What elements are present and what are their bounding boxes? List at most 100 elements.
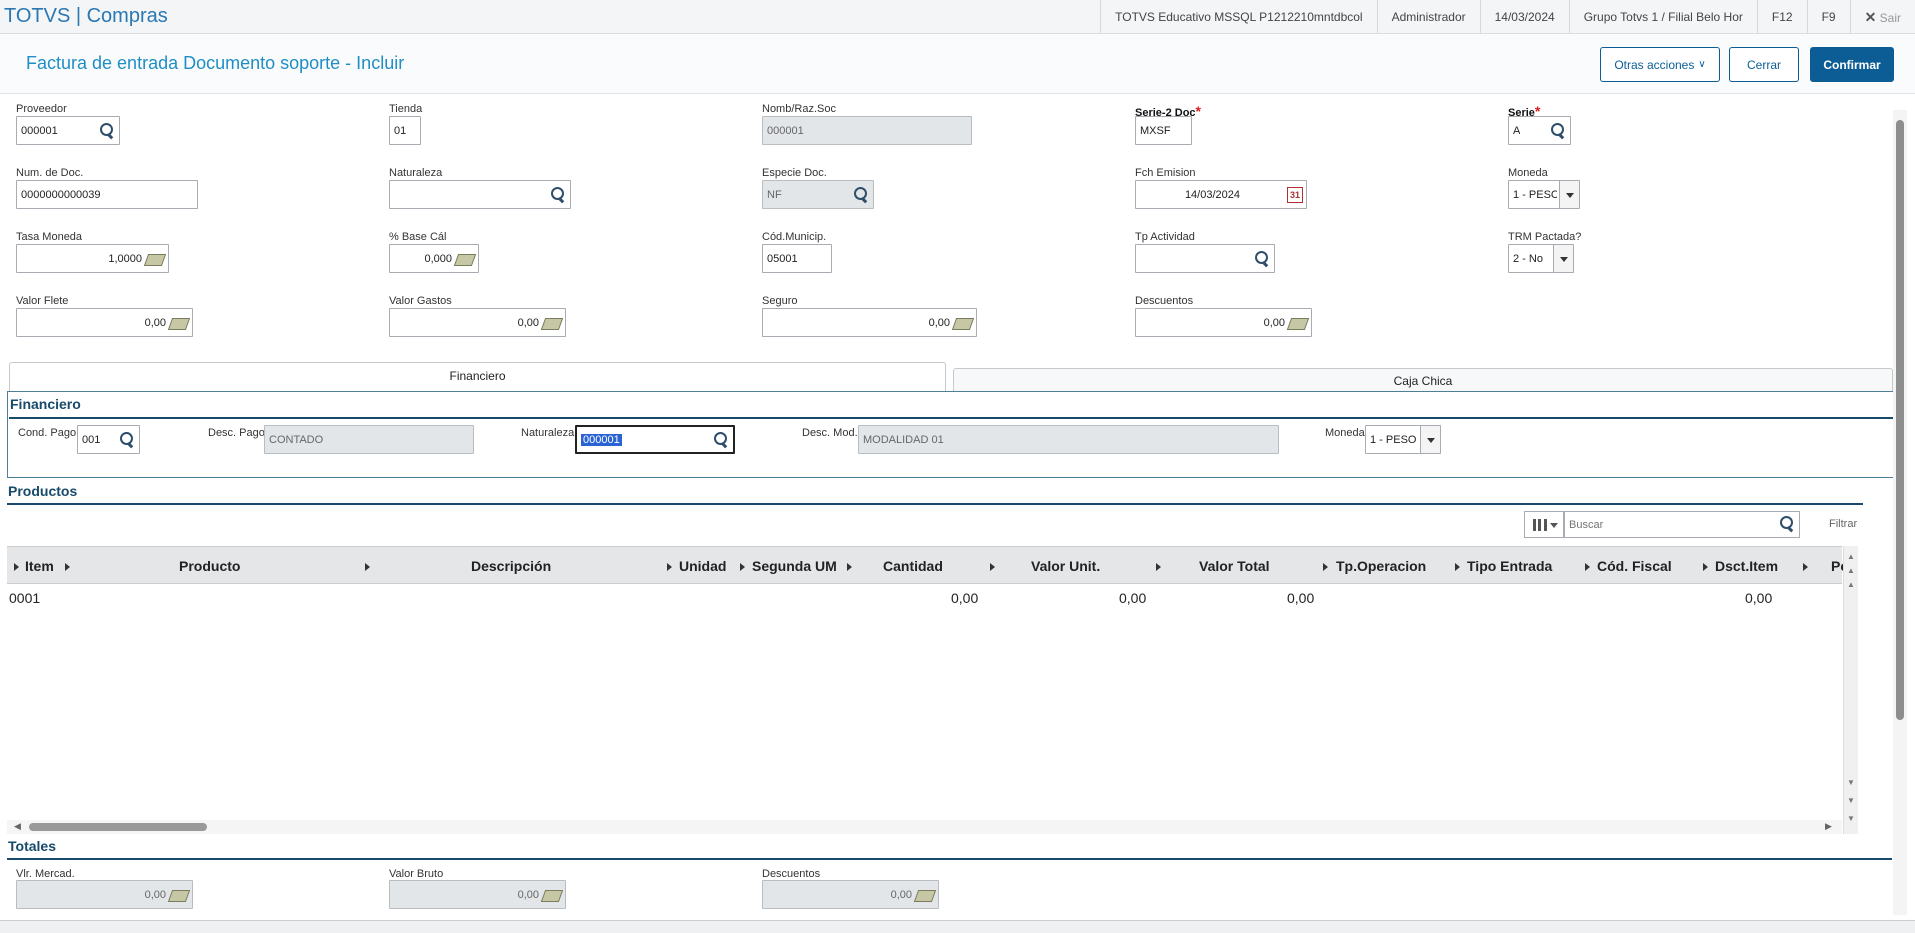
- calculator-icon[interactable]: [455, 252, 475, 266]
- scroll-up-icon[interactable]: ▲: [1847, 566, 1855, 575]
- naturaleza-field[interactable]: [389, 180, 571, 209]
- column-resize-icon[interactable]: [1703, 563, 1708, 571]
- column-resize-icon[interactable]: [1323, 563, 1328, 571]
- search-icon[interactable]: [712, 431, 730, 449]
- grid-body[interactable]: [7, 584, 1842, 820]
- cell-dsct-item[interactable]: 0,00: [1745, 590, 1772, 606]
- calculator-icon[interactable]: [169, 316, 189, 330]
- app-title: TOTVS | Compras: [4, 5, 168, 27]
- search-icon[interactable]: [549, 186, 567, 204]
- scroll-down-icon[interactable]: ▼: [1847, 796, 1855, 805]
- scroll-thumb[interactable]: [29, 823, 207, 831]
- environment-label[interactable]: TOTVS Educativo MSSQL P1212210mntdbcol: [1100, 0, 1376, 34]
- scroll-up-icon[interactable]: ▲: [1847, 580, 1855, 589]
- fch-emision-field[interactable]: 14/03/2024 31: [1135, 180, 1307, 209]
- search-icon[interactable]: [1778, 515, 1796, 533]
- col-cod-fiscal[interactable]: Cód. Fiscal: [1597, 547, 1672, 585]
- calculator-icon[interactable]: [953, 316, 973, 330]
- col-dsct-item[interactable]: Dsct.Item: [1715, 547, 1778, 585]
- page-vertical-scrollbar[interactable]: [1893, 110, 1907, 915]
- dropdown-arrow-icon[interactable]: [1420, 426, 1440, 453]
- dropdown-arrow-icon[interactable]: [1559, 181, 1579, 208]
- descuentos-field[interactable]: 0,00: [1135, 308, 1312, 337]
- column-resize-icon[interactable]: [990, 563, 995, 571]
- required-asterisk: *: [1195, 103, 1201, 119]
- col-cantidad[interactable]: Cantidad: [883, 547, 943, 585]
- fin-moneda-select[interactable]: 1 - PESO: [1365, 425, 1441, 454]
- moneda-select[interactable]: 1 - PESC: [1508, 180, 1580, 209]
- especie-doc-field[interactable]: NF: [762, 180, 874, 209]
- column-resize-icon[interactable]: [1455, 563, 1460, 571]
- col-item[interactable]: Item: [25, 547, 54, 585]
- col-valor-total[interactable]: Valor Total: [1199, 547, 1270, 585]
- columns-button[interactable]: [1524, 511, 1564, 538]
- calculator-icon[interactable]: [145, 252, 165, 266]
- column-resize-icon[interactable]: [65, 563, 70, 571]
- exit-button[interactable]: ✕ Sair: [1849, 0, 1915, 35]
- col-tipo-entrada[interactable]: Tipo Entrada: [1467, 547, 1552, 585]
- col-segunda-um[interactable]: Segunda UM: [752, 547, 837, 585]
- confirmar-button[interactable]: Confirmar: [1810, 47, 1894, 82]
- seguro-field[interactable]: 0,00: [762, 308, 977, 337]
- tab-financiero[interactable]: Financiero: [9, 362, 946, 392]
- col-tp-operacion[interactable]: Tp.Operacion: [1336, 547, 1426, 585]
- cond-pago-field[interactable]: 001: [77, 425, 140, 454]
- filter-button[interactable]: Filtrar: [1829, 518, 1857, 530]
- search-icon[interactable]: [1549, 122, 1567, 140]
- column-resize-icon[interactable]: [1156, 563, 1161, 571]
- scroll-left-icon[interactable]: ◀: [14, 821, 21, 832]
- cell-cantidad[interactable]: 0,00: [951, 590, 978, 606]
- proveedor-field[interactable]: 000001: [16, 116, 120, 145]
- calculator-icon[interactable]: [542, 316, 562, 330]
- valor-flete-field[interactable]: 0,00: [16, 308, 193, 337]
- grid-vertical-scrollbar[interactable]: ▲ ▲ ▲ ▼ ▼ ▼: [1843, 546, 1858, 834]
- search-icon[interactable]: [1253, 250, 1271, 268]
- branch-label[interactable]: Grupo Totvs 1 / Filial Belo Hor: [1568, 0, 1757, 34]
- tp-actividad-field[interactable]: [1135, 244, 1275, 273]
- user-label[interactable]: Administrador: [1376, 0, 1480, 34]
- f12-key[interactable]: F12: [1756, 0, 1807, 34]
- col-descripcion[interactable]: Descripción: [471, 547, 551, 585]
- cerrar-button[interactable]: Cerrar: [1729, 47, 1799, 82]
- scroll-down-icon[interactable]: ▼: [1847, 778, 1855, 787]
- date-label[interactable]: 14/03/2024: [1479, 0, 1569, 34]
- dropdown-arrow-icon[interactable]: [1553, 245, 1573, 272]
- tasa-moneda-field[interactable]: 1,0000: [16, 244, 169, 273]
- serie2-doc-field[interactable]: MXSF: [1135, 116, 1192, 145]
- col-unidad[interactable]: Unidad: [679, 547, 726, 585]
- tienda-field[interactable]: 01: [389, 116, 421, 145]
- scroll-right-icon[interactable]: ▶: [1825, 821, 1832, 832]
- column-resize-icon[interactable]: [740, 563, 745, 571]
- trm-pactada-select[interactable]: 2 - No: [1508, 244, 1574, 273]
- fin-naturaleza-field[interactable]: 000001: [575, 425, 735, 454]
- column-resize-icon[interactable]: [1803, 563, 1808, 571]
- tab-caja-chica[interactable]: Caja Chica: [953, 368, 1893, 392]
- search-icon[interactable]: [118, 431, 136, 449]
- search-icon[interactable]: [98, 122, 116, 140]
- otras-acciones-button[interactable]: Otras acciones ∨: [1600, 47, 1720, 82]
- calculator-icon[interactable]: [1288, 316, 1308, 330]
- col-producto[interactable]: Producto: [179, 547, 240, 585]
- search-input[interactable]: [1564, 511, 1800, 538]
- cod-municip-field[interactable]: 05001: [762, 244, 832, 273]
- column-resize-icon[interactable]: [365, 563, 370, 571]
- col-valor-unit[interactable]: Valor Unit.: [1031, 547, 1100, 585]
- column-resize-icon[interactable]: [667, 563, 672, 571]
- scroll-thumb[interactable]: [1896, 120, 1904, 720]
- column-resize-icon[interactable]: [847, 563, 852, 571]
- scroll-up-icon[interactable]: ▲: [1847, 552, 1855, 561]
- f9-key[interactable]: F9: [1806, 0, 1850, 34]
- grid-horizontal-scrollbar[interactable]: ◀ ▶: [7, 820, 1842, 834]
- num-doc-field[interactable]: 0000000000039: [16, 180, 198, 209]
- cell-valor-total[interactable]: 0,00: [1287, 590, 1314, 606]
- search-icon[interactable]: [852, 186, 870, 204]
- base-cal-field[interactable]: 0,000: [389, 244, 479, 273]
- cell-item[interactable]: 0001: [9, 590, 40, 606]
- column-resize-icon[interactable]: [1585, 563, 1590, 571]
- calendar-icon[interactable]: 31: [1287, 186, 1303, 203]
- cell-valor-unit[interactable]: 0,00: [1119, 590, 1146, 606]
- serie-field[interactable]: A: [1508, 116, 1571, 145]
- scroll-down-icon[interactable]: ▼: [1847, 814, 1855, 823]
- column-resize-icon[interactable]: [14, 563, 19, 571]
- valor-gastos-field[interactable]: 0,00: [389, 308, 566, 337]
